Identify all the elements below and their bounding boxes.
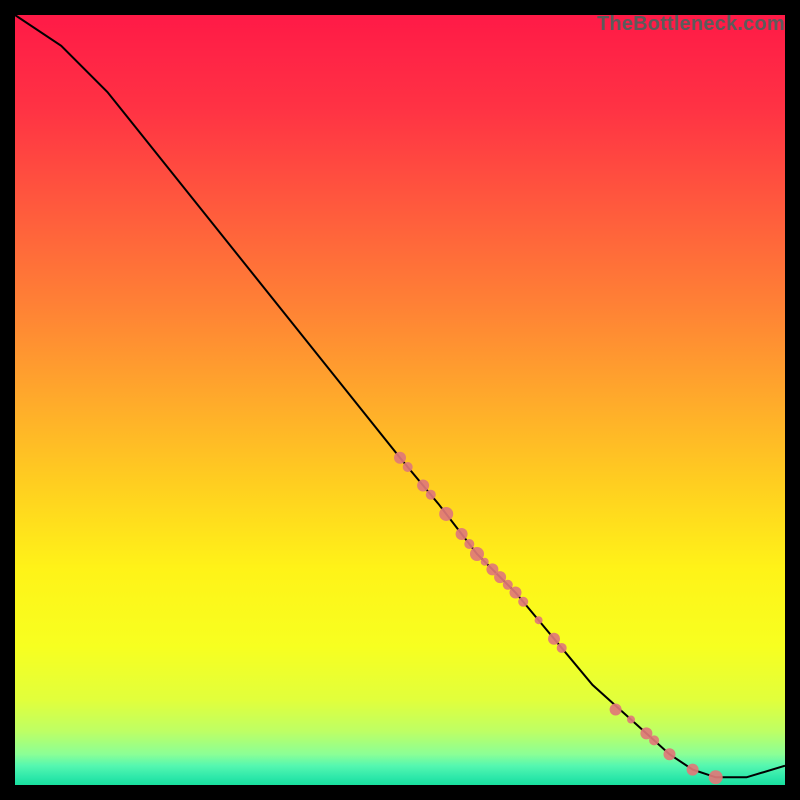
scatter-point bbox=[481, 558, 489, 566]
scatter-point bbox=[464, 539, 474, 549]
scatter-point bbox=[649, 735, 659, 745]
scatter-point bbox=[627, 716, 635, 724]
scatter-points bbox=[394, 452, 723, 785]
scatter-point bbox=[557, 643, 567, 653]
scatter-point bbox=[417, 479, 429, 491]
scatter-point bbox=[535, 616, 543, 624]
scatter-point bbox=[709, 770, 723, 784]
scatter-point bbox=[403, 462, 413, 472]
scatter-point bbox=[439, 507, 453, 521]
scatter-point bbox=[456, 528, 468, 540]
scatter-point bbox=[610, 704, 622, 716]
chart-container: TheBottleneck.com bbox=[0, 0, 800, 800]
scatter-point bbox=[426, 490, 436, 500]
scatter-point bbox=[510, 587, 522, 599]
scatter-point bbox=[394, 452, 406, 464]
chart-svg bbox=[15, 15, 785, 785]
bottleneck-curve bbox=[15, 15, 785, 777]
scatter-point bbox=[518, 597, 528, 607]
scatter-point bbox=[687, 764, 699, 776]
scatter-point bbox=[548, 633, 560, 645]
plot-area: TheBottleneck.com bbox=[15, 15, 785, 785]
scatter-point bbox=[664, 748, 676, 760]
